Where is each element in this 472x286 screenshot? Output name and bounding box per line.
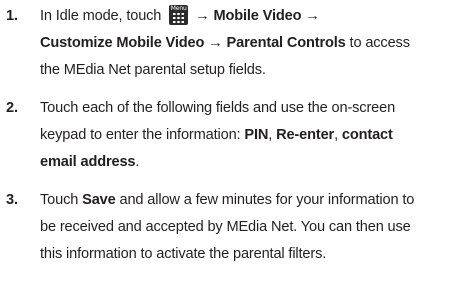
step-line: Touch Save and allow a few minutes for y… [40, 187, 472, 214]
text-run: , [268, 127, 277, 143]
step-text: In Idle mode, touch Menu → Mobile Video … [40, 3, 472, 84]
text-run: Touch [40, 192, 83, 208]
step-text: Touch Save and allow a few minutes for y… [40, 187, 472, 268]
menu-path-item: Parental Controls [226, 35, 346, 51]
step-number: 1. [6, 8, 18, 24]
step-number: 2. [6, 100, 18, 116]
step-line: email address. [40, 149, 472, 176]
text-run: In Idle mode, touch [40, 8, 166, 24]
step-line: Touch each of the following fields and u… [40, 100, 396, 116]
text-run: . [135, 154, 140, 170]
step-number: 3. [6, 192, 18, 208]
button-name: Save [82, 192, 116, 208]
step-line: this information to activate the parenta… [40, 246, 327, 262]
menu-key-icon: Menu [169, 5, 189, 25]
field-name: Re-enter [276, 127, 335, 143]
arrow: → [301, 8, 320, 24]
text-run: , [334, 127, 342, 143]
field-name: PIN [244, 127, 269, 143]
field-name: contact [341, 127, 393, 143]
text-run: and allow a few minutes for your informa… [115, 192, 415, 208]
menu-path-item: Customize Mobile Video [40, 35, 205, 51]
field-name: email address [40, 154, 136, 170]
step-text: Touch each of the following fields and u… [40, 95, 472, 176]
keypad-grid-icon [173, 13, 185, 23]
step-line: In Idle mode, touch Menu → Mobile Video … [40, 3, 472, 30]
arrow: → [204, 35, 227, 51]
menu-path-item: Mobile Video [213, 8, 302, 24]
menu-key-label: Menu [170, 5, 187, 12]
arrow: → [191, 8, 214, 24]
text-run: to access [345, 35, 410, 51]
step-line: the MEdia Net parental setup fields. [40, 62, 266, 78]
text-run: keypad to enter the information: [40, 127, 245, 143]
step-line: Customize Mobile Video → Parental Contro… [40, 30, 472, 57]
step-line: keypad to enter the information: PIN, Re… [40, 122, 472, 149]
step-line: be received and accepted by MEdia Net. Y… [40, 219, 411, 235]
